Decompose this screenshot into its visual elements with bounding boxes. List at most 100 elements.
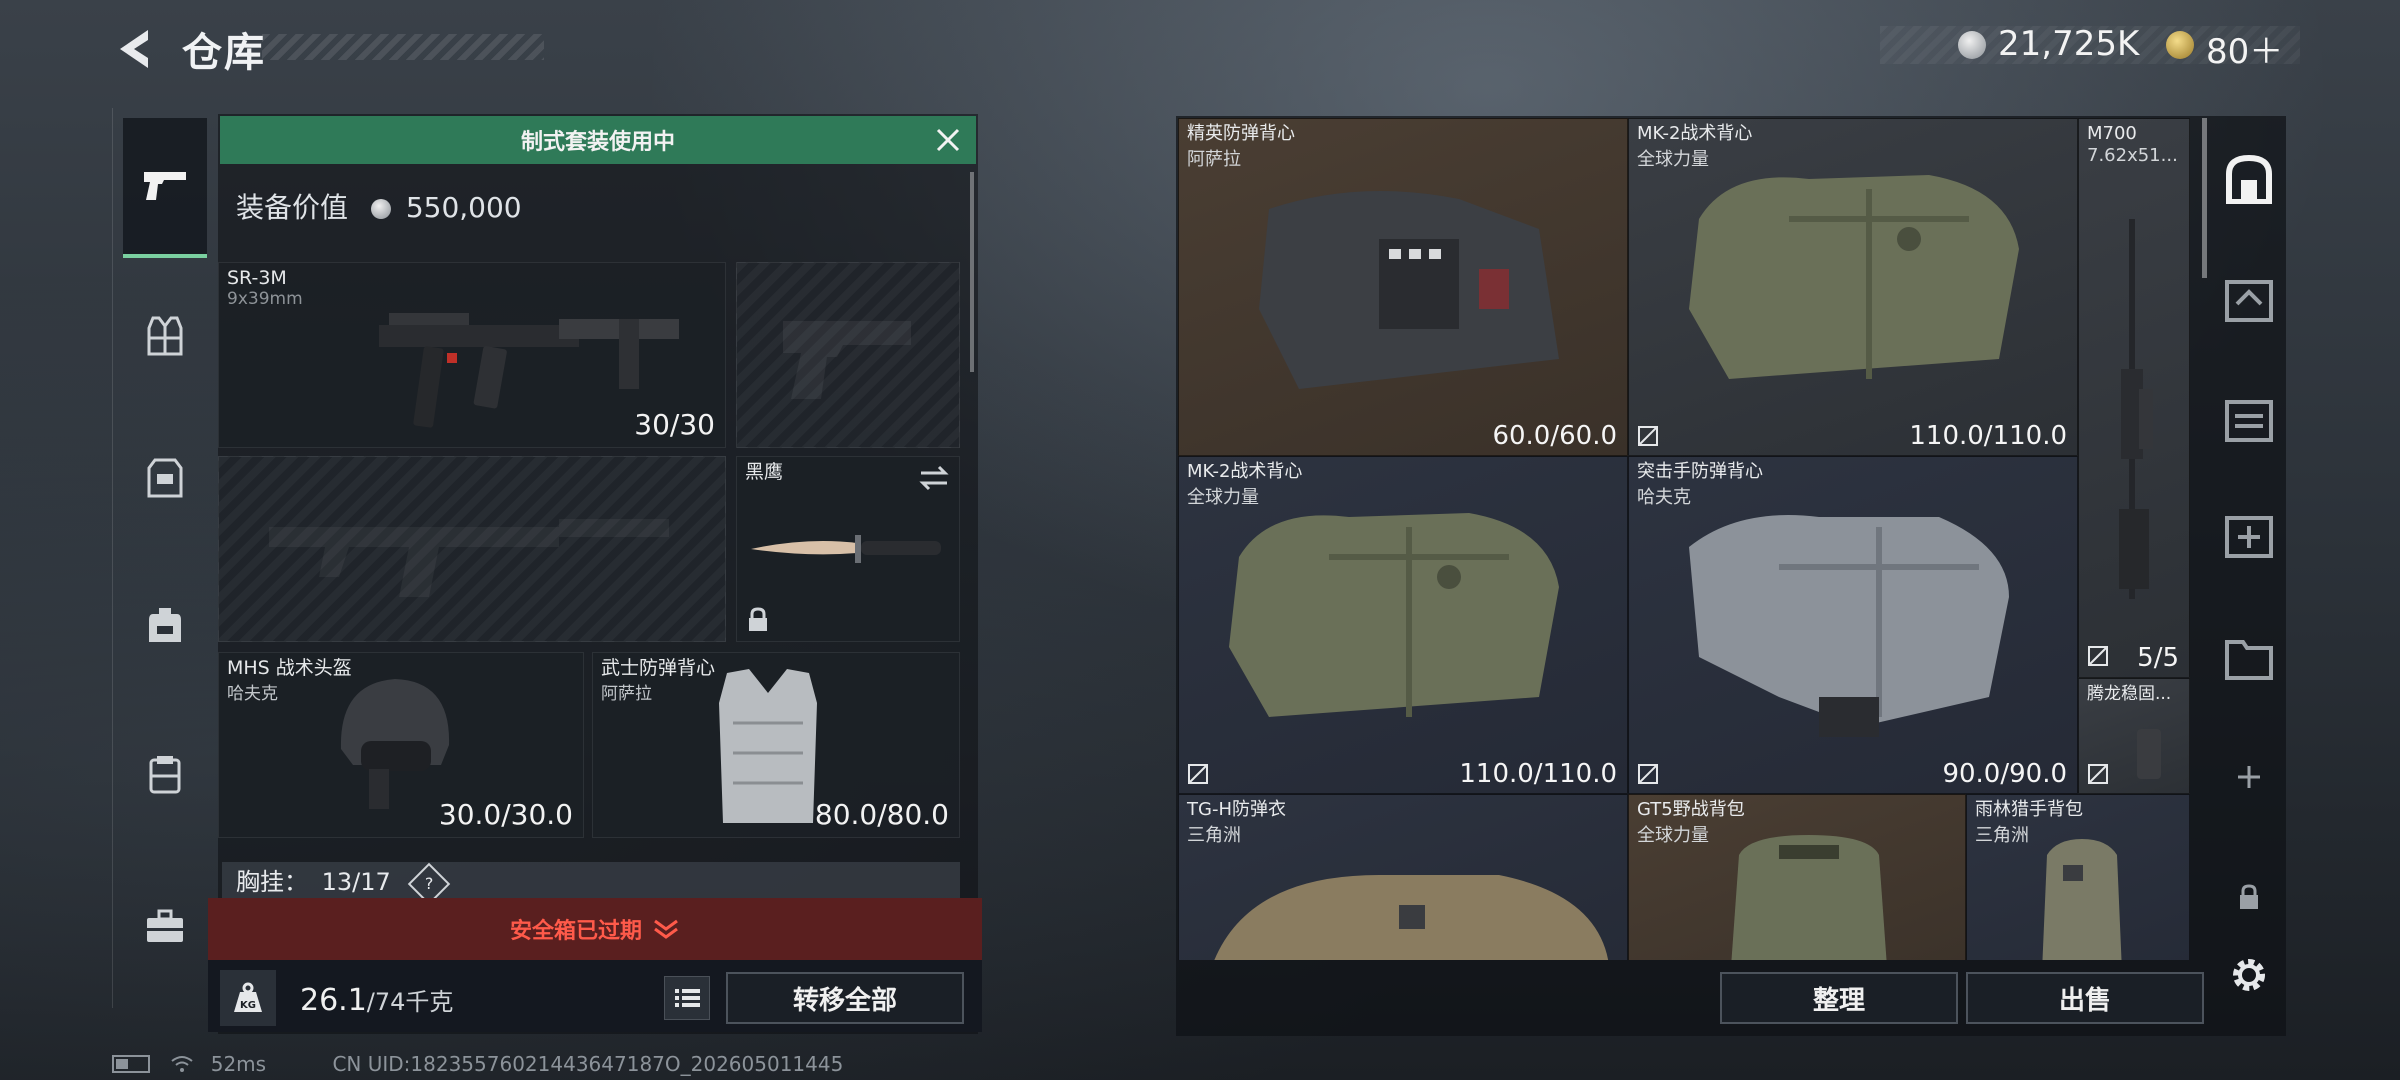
warehouse-scrollbar[interactable] bbox=[2202, 118, 2207, 278]
sell-button[interactable]: 出售 bbox=[1966, 972, 2204, 1024]
nav-cases[interactable] bbox=[123, 884, 207, 968]
grip-image bbox=[2137, 729, 2161, 779]
storage-box-icon bbox=[2225, 280, 2273, 322]
close-icon[interactable] bbox=[930, 122, 966, 158]
item-ammo: 5/5 bbox=[2137, 643, 2179, 673]
settings-button[interactable] bbox=[2212, 930, 2286, 1020]
armor-image bbox=[1214, 875, 1609, 960]
rifle-placeholder-icon bbox=[269, 519, 669, 597]
page-title: 仓库 bbox=[182, 30, 266, 76]
slot-helmet[interactable]: MHS 战术头盔 哈夫克 30.0/30.0 bbox=[218, 652, 584, 838]
carry-weight: 26.1/74千克 bbox=[300, 982, 453, 1018]
slot-melee[interactable]: 黑鹰 bbox=[736, 456, 960, 642]
tab-storage-2[interactable] bbox=[2212, 254, 2286, 344]
title-decoration bbox=[262, 34, 544, 60]
ping: 52ms bbox=[210, 1052, 267, 1076]
item-durability: 110.0/110.0 bbox=[1909, 421, 2067, 451]
warehouse-item[interactable]: 突击手防弹背心 哈夫克 90.0/90.0 bbox=[1628, 456, 2078, 794]
sort-button[interactable]: 整理 bbox=[1720, 972, 1958, 1024]
item-brand: 全球力量 bbox=[1637, 825, 1709, 846]
nav-vests[interactable] bbox=[123, 294, 207, 378]
vest-image bbox=[1689, 515, 2009, 737]
transfer-all-button[interactable]: 转移全部 bbox=[726, 972, 964, 1024]
swap-icon[interactable] bbox=[917, 465, 951, 491]
lock-icon bbox=[2240, 884, 2258, 909]
armor-durability: 80.0/80.0 bbox=[814, 798, 949, 831]
equipment-value-row: 装备价值 550,000 bbox=[236, 186, 522, 226]
nav-rigs[interactable] bbox=[123, 732, 207, 816]
item-caliber: 7.62x51... bbox=[2087, 145, 2178, 166]
medical-box-icon bbox=[2225, 516, 2273, 558]
item-name: 腾龙稳固... bbox=[2087, 684, 2172, 704]
knife-image bbox=[751, 535, 941, 563]
tab-add-storage[interactable] bbox=[2212, 732, 2286, 822]
slot-pistol-empty[interactable] bbox=[736, 262, 960, 448]
no-repair-icon bbox=[2088, 646, 2108, 666]
token-amount[interactable]: 80＋ bbox=[2206, 24, 2283, 73]
armor-icon bbox=[147, 458, 183, 498]
storage-icon bbox=[2226, 154, 2272, 204]
warehouse-item[interactable]: MK-2战术背心 全球力量 110.0/110.0 bbox=[1628, 118, 2078, 456]
currency-icon bbox=[1958, 31, 1986, 59]
warehouse-item[interactable]: 精英防弹背心 阿萨拉 60.0/60.0 bbox=[1178, 118, 1628, 456]
list-icon bbox=[675, 989, 700, 1007]
chest-rig-capacity: 13/17 bbox=[321, 868, 391, 896]
warehouse-item[interactable]: MK-2战术背心 全球力量 110.0/110.0 bbox=[1178, 456, 1628, 794]
left-category-nav bbox=[112, 108, 207, 1008]
warehouse-item[interactable]: 腾龙稳固... bbox=[2078, 678, 2190, 794]
equipment-value-label: 装备价值 bbox=[236, 191, 349, 224]
item-name: 雨林猎手背包 bbox=[1975, 799, 2083, 820]
warehouse-item[interactable]: GT5野战背包 全球力量 bbox=[1628, 794, 1966, 960]
warehouse-item[interactable]: M700 7.62x51... 5/5 bbox=[2078, 118, 2190, 678]
item-name: 突击手防弹背心 bbox=[1637, 461, 1763, 482]
nav-armor[interactable] bbox=[123, 436, 207, 520]
secure-case-alert[interactable]: 安全箱已过期 bbox=[208, 898, 982, 960]
item-name: MK-2战术背心 bbox=[1637, 123, 1753, 144]
item-brand: 阿萨拉 bbox=[1187, 149, 1241, 170]
item-brand: 全球力量 bbox=[1187, 487, 1259, 508]
slot-secondary-weapon-empty[interactable] bbox=[218, 456, 726, 642]
backpack-image bbox=[2042, 839, 2122, 960]
status-bar: 52ms CN UID:18235576021443647187O_202605… bbox=[112, 1052, 843, 1076]
folder-icon bbox=[2225, 640, 2273, 680]
token-icon bbox=[2166, 31, 2194, 59]
back-arrow-icon[interactable] bbox=[112, 26, 158, 72]
tab-locked[interactable] bbox=[2212, 852, 2286, 942]
item-durability: 90.0/90.0 bbox=[1942, 759, 2067, 789]
item-brand: 全球力量 bbox=[1637, 149, 1709, 170]
tab-storage-5[interactable] bbox=[2212, 612, 2286, 702]
item-durability: 60.0/60.0 bbox=[1492, 421, 1617, 451]
list-view-button[interactable] bbox=[664, 976, 710, 1020]
vest-image bbox=[1259, 191, 1559, 389]
melee-name: 黑鹰 bbox=[745, 461, 784, 483]
item-name: GT5野战背包 bbox=[1637, 799, 1745, 820]
no-repair-icon bbox=[2088, 764, 2108, 784]
helmet-image bbox=[340, 679, 450, 809]
pistol-placeholder-icon bbox=[783, 321, 911, 399]
plus-icon bbox=[2238, 766, 2260, 788]
chest-rig-row[interactable]: 胸挂： 13/17 ? bbox=[222, 862, 960, 906]
nav-weapons[interactable] bbox=[123, 118, 207, 258]
item-brand: 三角洲 bbox=[1187, 825, 1241, 846]
pistol-icon bbox=[144, 172, 186, 200]
warehouse-item[interactable]: 雨林猎手背包 三角洲 bbox=[1966, 794, 2190, 960]
helmet-brand: 哈夫克 bbox=[227, 684, 278, 704]
item-name: 精英防弹背心 bbox=[1187, 123, 1295, 144]
item-brand: 哈夫克 bbox=[1637, 487, 1691, 508]
chevron-down-icon bbox=[654, 919, 678, 939]
tab-storage-3[interactable] bbox=[2212, 374, 2286, 464]
storage-box-icon bbox=[2225, 400, 2273, 442]
item-name: MK-2战术背心 bbox=[1187, 461, 1303, 482]
nav-backpacks[interactable] bbox=[123, 582, 207, 666]
tab-medical[interactable] bbox=[2212, 490, 2286, 580]
slot-armor[interactable]: 武士防弹背心 阿萨拉 80.0/80.0 bbox=[592, 652, 960, 838]
loadout-scrollbar[interactable] bbox=[970, 172, 974, 372]
slot-primary-weapon[interactable]: SR-3M 9x39mm 30/30 bbox=[218, 262, 726, 448]
warehouse-item[interactable]: TG-H防弹衣 三角洲 bbox=[1178, 794, 1628, 960]
wifi-icon bbox=[170, 1054, 194, 1072]
warehouse-grid: 精英防弹背心 阿萨拉 60.0/60.0 MK-2战术背心 全球力量 110.0… bbox=[1178, 118, 2190, 960]
gear-icon bbox=[2233, 959, 2265, 991]
item-brand: 三角洲 bbox=[1975, 825, 2029, 846]
tab-all-storage[interactable] bbox=[2212, 134, 2286, 224]
warehouse-tabs bbox=[2212, 118, 2286, 1038]
